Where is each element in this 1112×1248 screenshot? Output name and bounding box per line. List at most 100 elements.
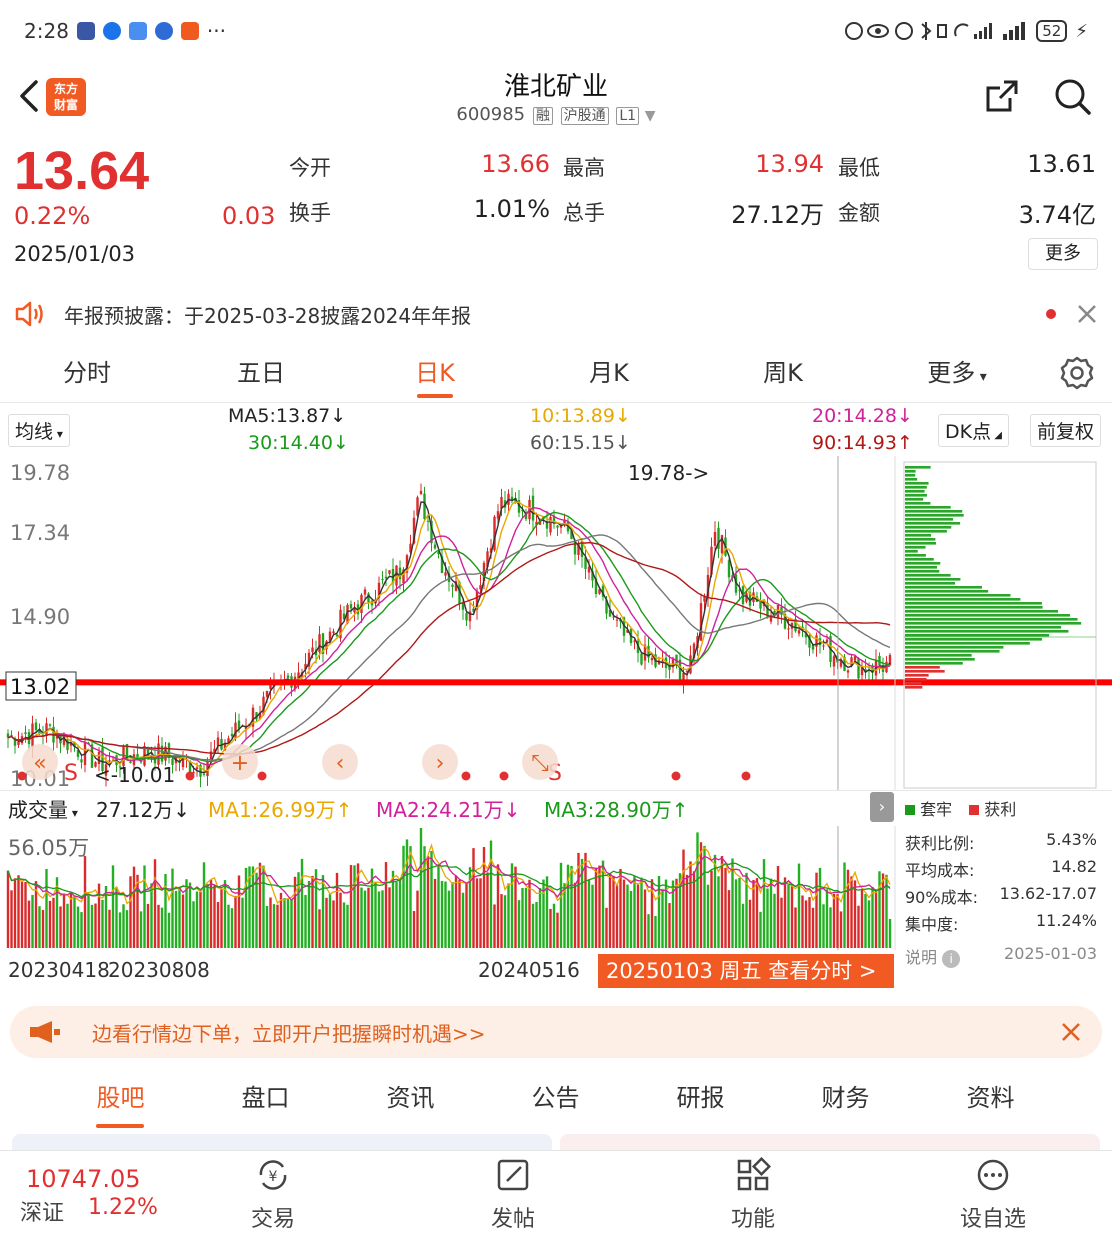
volume-bar [710,870,713,948]
index-name: 深证 [20,1201,65,1226]
tab-news[interactable]: 资讯 [338,1074,483,1124]
close-icon[interactable] [1076,303,1098,325]
volume-bar [374,881,377,948]
notice-bar[interactable]: 年报预披露：于2025-03-28披露2024年年报 [14,296,1098,332]
cost-note[interactable]: 说明 i [905,944,961,968]
volume-bar [633,875,636,948]
volume-bar [17,875,20,948]
candle-body [419,490,423,495]
cost-bar [905,606,1043,609]
volume-bar [685,874,689,948]
volume-bar [755,878,759,948]
volume-bar [524,887,528,948]
cost-bar [905,630,1069,633]
volume-bar [115,886,118,948]
volume-bar [839,911,843,948]
candle-body [318,634,321,653]
tab-announcements[interactable]: 公告 [483,1074,628,1124]
close-icon[interactable] [1060,1021,1082,1043]
search-icon[interactable] [1052,76,1092,116]
corner-arrow-icon: ◢ [991,430,1002,441]
quote-date: 2025/01/03 [14,242,136,266]
tab-monthly-k[interactable]: 月K [522,350,696,396]
stock-code-row[interactable]: 600985 融 沪股通 L1 ▼ [0,104,1112,125]
tab-research[interactable]: 研报 [628,1074,773,1124]
stat-value-open: 13.66 [481,150,550,178]
tab-profile[interactable]: 资料 [918,1074,1063,1124]
volume-current: 27.12万↓ [96,798,191,822]
volume-bar [738,877,741,948]
volume-bar [867,900,871,948]
ma30-line [7,511,891,763]
view-intraday-button[interactable]: 20250103 周五 查看分时 > [598,954,894,988]
index-percent: 1.22% [88,1195,158,1220]
nav-functions[interactable]: 功能 [708,1156,798,1233]
candle-body [811,645,815,650]
volume-bar [94,903,97,948]
index-value[interactable]: 10747.05 [26,1165,141,1193]
cost-bar [905,646,1004,649]
volume-bar [605,907,608,948]
volume-bar [136,874,139,948]
volume-bar [503,895,507,948]
cost-bar [905,614,1071,617]
volume-bar [878,871,881,948]
volume-bar [384,862,388,948]
tab-intraday[interactable]: 分时 [0,350,174,396]
more-stats-button[interactable]: 更多 [1028,238,1098,270]
volume-bar [143,865,146,948]
volume-bar [276,904,279,948]
volume-bar [283,898,286,948]
volume-bar [850,876,853,948]
promo-banner[interactable]: 边看行情边下单，立即开户把握瞬时机遇>> [10,1006,1102,1058]
dropdown-arrow-icon: ▾ [53,427,63,441]
volume-bar [167,912,171,948]
volume-bar [129,876,132,948]
expand-arrow-icon[interactable]: › [870,792,894,822]
tab-daily-k[interactable]: 日K [348,350,522,398]
tab-forum[interactable]: 股吧 [48,1074,193,1128]
candle-body [34,722,38,731]
dk-point-button[interactable]: DK点 ◢ [938,414,1009,447]
price-axis-text: 17.34 [10,521,70,545]
legend-swatch [905,805,915,815]
cost-row: 平均成本: 14.82 [905,857,1097,880]
volume-bar [433,878,437,948]
volume-bar [766,888,769,948]
volume-bar [682,849,685,948]
cost-bar [905,586,983,589]
volume-bar [349,865,353,948]
volume-bar [727,890,731,948]
share-icon[interactable] [982,76,1022,116]
cost-bar [905,478,918,481]
volume-selector[interactable]: 成交量 ▾ [8,794,78,823]
legend-swatch [969,805,980,815]
tab-five-day[interactable]: 五日 [174,350,348,396]
tab-weekly-k[interactable]: 周K [696,350,870,396]
indicator-selector[interactable]: 均线 ▾ [8,414,70,447]
volume-bar [62,893,66,948]
nav-post[interactable]: 发帖 [468,1157,558,1233]
date-label: 20230418 [8,958,110,982]
cost-distribution [903,461,1097,789]
volume-bar [412,911,416,948]
tab-more[interactable]: 更多 ▾ [870,350,1044,396]
volume-bar [507,883,510,948]
nav-trade[interactable]: ¥ 交易 [228,1157,318,1233]
tab-order-book[interactable]: 盘口 [193,1074,338,1124]
volume-bar [321,875,325,948]
adjust-button[interactable]: 前复权 [1030,414,1102,447]
candle-body [423,493,426,520]
volume-bar [234,895,237,948]
volume-bar [293,876,297,948]
volume-bar [857,905,860,948]
nav-add-watchlist[interactable]: 设自选 [948,1157,1038,1233]
volume-bar [27,900,31,948]
volume-bar [398,879,402,948]
kline-chart[interactable]: 19.7817.3414.9013.0210.0119.78-><-10.01S… [0,456,1112,790]
gear-icon[interactable] [1060,356,1094,390]
volume-chart[interactable] [0,826,900,950]
volume-bar [517,900,521,948]
volume-bar [202,862,206,948]
tab-financials[interactable]: 财务 [773,1074,918,1124]
